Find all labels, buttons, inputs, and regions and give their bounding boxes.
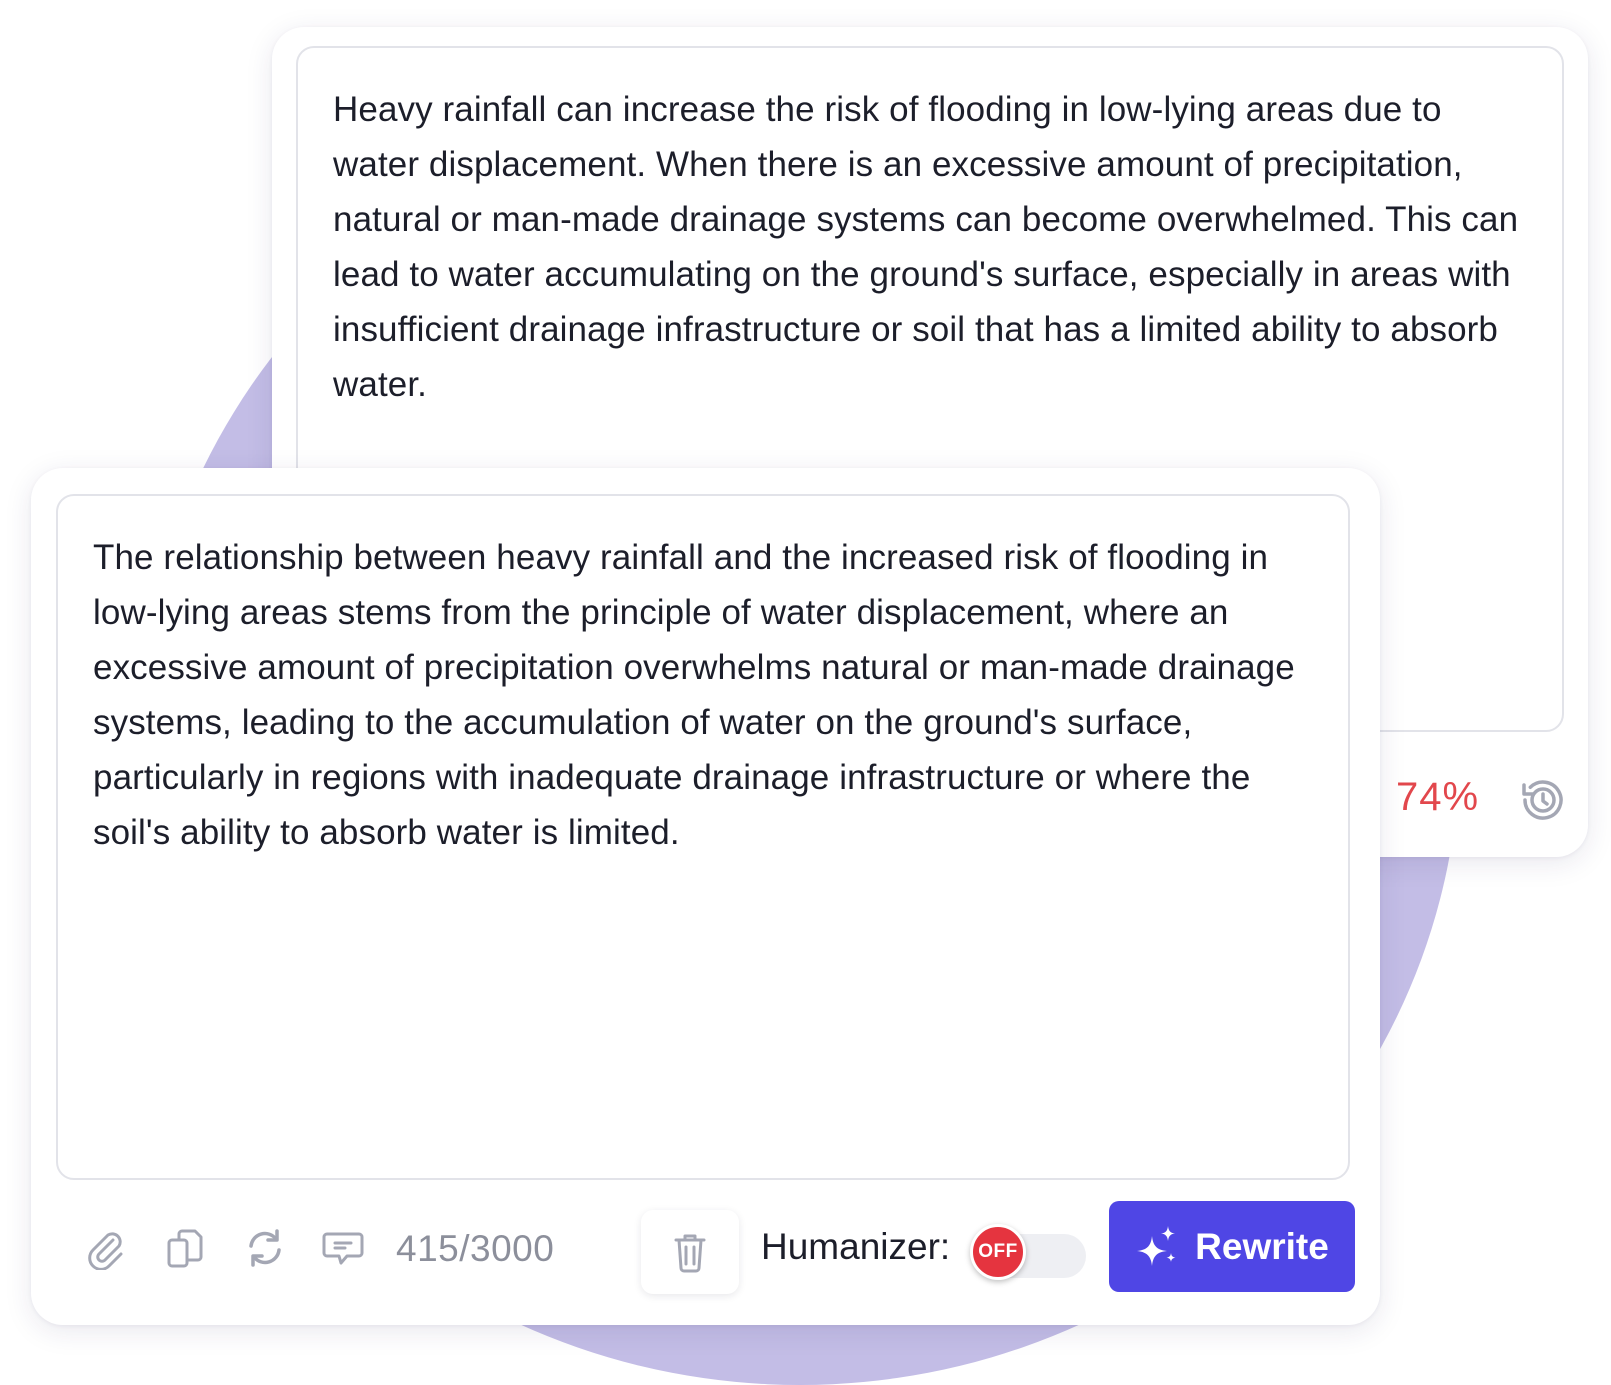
input-text[interactable]: The relationship between heavy rainfall … xyxy=(56,494,1350,1180)
refresh-icon[interactable] xyxy=(243,1226,287,1270)
humanizer-toggle[interactable]: OFF xyxy=(970,1224,1086,1280)
copy-icon[interactable] xyxy=(163,1226,207,1270)
clear-button[interactable] xyxy=(641,1210,739,1294)
input-panel: The relationship between heavy rainfall … xyxy=(31,468,1380,1325)
paperclip-icon[interactable] xyxy=(83,1226,127,1270)
humanizer-toggle-knob: OFF xyxy=(970,1224,1026,1280)
feedback-icon[interactable] xyxy=(321,1226,365,1270)
humanizer-label: Humanizer: xyxy=(761,1226,951,1267)
ai-score: 74% xyxy=(1396,775,1480,819)
character-counter: 415/3000 xyxy=(396,1228,555,1269)
rewrite-button[interactable]: Rewrite xyxy=(1109,1201,1355,1292)
sparkle-icon xyxy=(1137,1225,1176,1266)
trash-icon xyxy=(674,1234,706,1273)
input-toolbar: 415/3000 Humanizer: OFF Rewrite xyxy=(31,1198,1380,1298)
rewrite-label: Rewrite xyxy=(1195,1225,1329,1267)
history-icon[interactable] xyxy=(1516,773,1570,827)
